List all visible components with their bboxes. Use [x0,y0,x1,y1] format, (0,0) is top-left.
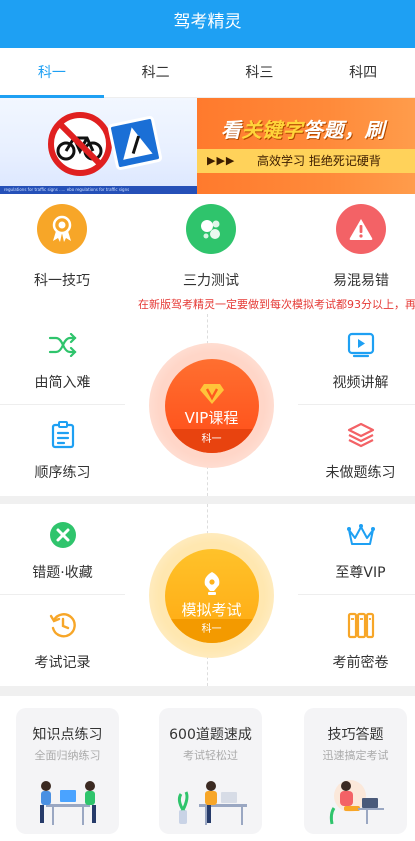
divider [298,594,415,595]
exam-section: 错题·收藏 至尊VIP 考试记录 考前密卷 模拟考试 科一 [0,504,415,686]
supreme-vip-label: 至尊VIP [335,565,386,581]
close-circle-icon [0,520,125,550]
card-skill-answer[interactable]: 技巧答题 迅速搞定考试 [304,708,407,834]
section-separator [0,686,415,696]
wrong-favorites-button[interactable]: 错题·收藏 [0,520,125,582]
undone-practice-label: 未做题练习 [325,465,396,481]
quick-label-skills: 科一技巧 [34,273,90,289]
subject-tabs: 科一 科二 科三 科四 [0,48,415,98]
book-stack-icon [298,610,415,640]
divider [207,314,208,344]
molecule-icon [186,204,236,254]
two-people-desk-illustration [40,781,96,825]
quick-actions: 科一技巧 三力测试 易混易错 [0,194,415,296]
video-explain-label: 视频讲解 [332,375,389,391]
divider [207,466,208,496]
quick-label-confusing: 易混易错 [333,273,389,289]
divider [0,404,125,405]
card-subtitle: 全面归纳练习 [34,749,101,762]
banner-strip-text: regulations for traffic signs ..... ebo … [0,186,197,194]
shuffle-icon [0,330,125,360]
card-title: 技巧答题 [327,727,384,743]
secret-papers-label: 考前密卷 [332,655,389,671]
exam-history-label: 考试记录 [34,655,91,671]
supreme-vip-button[interactable]: 至尊VIP [298,520,415,582]
quick-item-skills[interactable]: 科一技巧 [2,204,122,290]
pen-nib-icon [204,572,219,595]
quick-item-three-ability[interactable]: 三力测试 [151,204,271,290]
divider [298,404,415,405]
vip-course-button[interactable]: VIP课程 科一 [149,343,274,468]
card-title: 600道题速成 [169,727,252,743]
card-knowledge-practice[interactable]: 知识点练习 全面归纳练习 [16,708,119,834]
card-title: 知识点练习 [32,727,103,743]
exam-history-button[interactable]: 考试记录 [0,610,125,672]
keyword-study-banner[interactable]: 看关键字答题，刷 高效学习 拒绝死记硬背 ▶▶▶ [197,98,415,194]
clipboard-list-icon [0,420,125,450]
notice-marquee[interactable]: 在新版驾考精灵一定要做到每次模拟考试都93分以上，再 [0,296,415,314]
quick-item-confusing[interactable]: 易混易错 [301,204,415,290]
person-laptop-illustration [329,780,384,825]
tab-subject-4[interactable]: 科四 [311,48,415,97]
mock-exam-subject: 科一 [164,618,259,643]
crown-icon [298,520,415,550]
divider [207,504,208,534]
person-at-desk-illustration [177,781,247,825]
layers-icon [298,420,415,450]
tab-subject-3[interactable]: 科三 [208,48,312,97]
vip-diamond-icon [199,384,224,404]
banner-carousel: regulations for traffic signs ..... ebo … [0,98,415,194]
easy-to-hard-button[interactable]: 由简入难 [0,330,125,392]
sequential-practice-button[interactable]: 顺序练习 [0,420,125,482]
sequential-practice-label: 顺序练习 [34,465,91,481]
award-ribbon-icon [37,204,87,254]
vip-course-subject: 科一 [164,428,259,453]
traffic-signs-banner[interactable]: regulations for traffic signs ..... ebo … [0,98,197,194]
traffic-signs-illustration [48,112,163,176]
easy-to-hard-label: 由简入难 [34,375,91,391]
app-root: 驾考精灵 科一 科二 科三 科四 regulations for traffic… [0,0,415,841]
app-title: 驾考精灵 [173,12,242,32]
tab-subject-1[interactable]: 科一 [0,48,104,98]
section-separator [0,496,415,504]
video-play-icon [298,330,415,360]
history-icon [0,610,125,640]
divider [207,656,208,686]
practice-section: 由简入难 视频讲解 顺序练习 未做题练习 VIP课程 科一 [0,314,415,496]
card-600-questions[interactable]: 600道题速成 考试轻松过 [159,708,262,834]
app-header: 驾考精灵 [0,0,415,48]
undone-practice-button[interactable]: 未做题练习 [298,420,415,482]
card-subtitle: 迅速搞定考试 [322,749,389,762]
vip-course-title: VIP课程 [184,409,239,427]
video-explain-button[interactable]: 视频讲解 [298,330,415,392]
mock-exam-button[interactable]: 模拟考试 科一 [149,533,274,658]
tab-subject-2[interactable]: 科二 [104,48,208,97]
study-cards: 知识点练习 全面归纳练习 600道题速成 考试轻松过 技巧答题 迅速搞定考试 [0,696,415,841]
divider [0,594,125,595]
wrong-favorites-label: 错题·收藏 [32,565,93,581]
card-subtitle: 考试轻松过 [183,749,238,762]
secret-papers-button[interactable]: 考前密卷 [298,610,415,672]
quick-label-three-ability: 三力测试 [183,273,239,289]
warning-icon [336,204,386,254]
banner-headline: 看关键字答题，刷 [221,118,385,142]
banner-arrows: ▶▶▶ [207,154,236,167]
mock-exam-title: 模拟考试 [181,601,242,619]
